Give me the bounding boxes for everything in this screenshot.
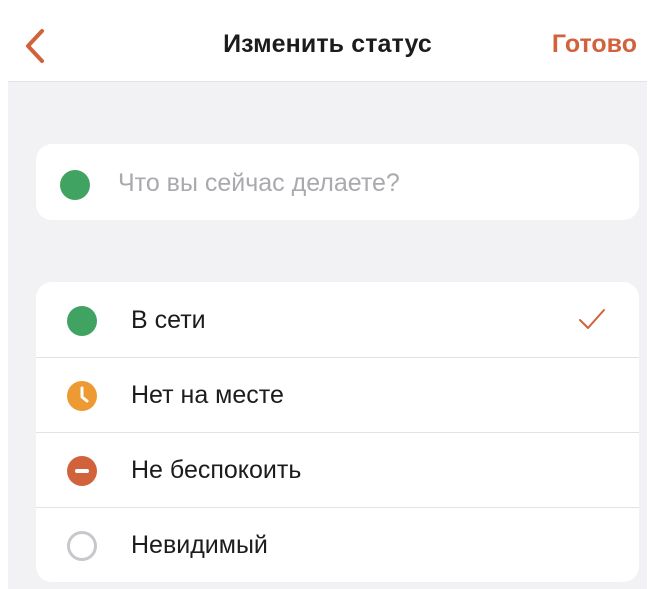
online-dot-icon xyxy=(60,170,90,200)
status-option-label: Нет на месте xyxy=(131,381,284,409)
clock-icon xyxy=(67,381,97,411)
status-option-invisible[interactable]: Невидимый xyxy=(36,507,639,582)
navigation-bar: Изменить статус Готово xyxy=(8,0,647,82)
status-option-online[interactable]: В сети xyxy=(36,282,639,357)
do-not-disturb-icon xyxy=(67,456,97,486)
online-dot-icon xyxy=(67,306,97,336)
divider xyxy=(36,432,639,433)
divider xyxy=(36,357,639,358)
invisible-circle-icon xyxy=(67,531,97,561)
status-options-list: В сети Нет на месте Не беспокоить Невиди… xyxy=(36,282,639,582)
change-status-screen: Изменить статус Готово В сети Нет на мес… xyxy=(8,0,647,589)
status-text-input[interactable] xyxy=(118,164,618,202)
custom-status-card xyxy=(36,144,639,220)
checkmark-icon xyxy=(579,309,605,329)
status-option-do-not-disturb[interactable]: Не беспокоить xyxy=(36,432,639,507)
done-button[interactable]: Готово xyxy=(552,30,637,59)
status-option-label: В сети xyxy=(131,306,206,334)
status-option-label: Не беспокоить xyxy=(131,456,302,484)
status-option-label: Невидимый xyxy=(131,531,268,559)
divider xyxy=(36,507,639,508)
status-option-away[interactable]: Нет на месте xyxy=(36,357,639,432)
